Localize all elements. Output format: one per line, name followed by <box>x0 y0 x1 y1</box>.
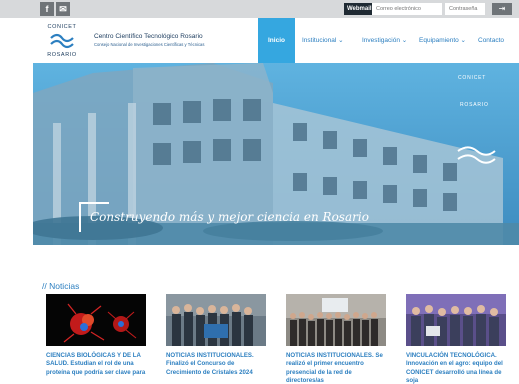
top-utility-bar: f ✉ Webmail ⇥ <box>0 0 519 18</box>
hero-logo-bottom: ROSARIO <box>460 102 489 108</box>
facebook-icon[interactable]: f <box>40 2 54 16</box>
login-button[interactable]: ⇥ <box>492 3 512 15</box>
news-headline[interactable]: NOTICIAS INSTITUCIONALES. Se realizó el … <box>286 352 386 384</box>
nav-inicio[interactable]: Inicio <box>258 18 295 63</box>
caption-bracket-h <box>79 202 109 204</box>
news-section-title: // Noticias <box>42 281 80 291</box>
hero-logo-top: CONICET <box>458 75 487 81</box>
org-name[interactable]: Centro Científico Tecnológico Rosario <box>94 33 203 40</box>
logo-top-text: CONICET <box>47 24 77 30</box>
news-card[interactable]: VINCULACIÓN TECNOLÓGICA. Innovación en e… <box>406 294 506 384</box>
email-field[interactable] <box>372 3 442 15</box>
nav-institucional[interactable]: Institucional ⌄ <box>302 18 344 63</box>
news-card[interactable]: NOTICIAS INSTITUCIONALES. Finalizó el Co… <box>166 294 266 377</box>
news-image[interactable] <box>166 294 266 346</box>
news-image[interactable] <box>406 294 506 346</box>
nav-contacto[interactable]: Contacto <box>478 18 504 63</box>
org-subtitle: Consejo Nacional de Investigaciones Cien… <box>94 42 205 47</box>
news-headline[interactable]: CIENCIAS BIOLÓGICAS Y DE LA SALUD. Estud… <box>46 352 146 377</box>
mail-icon[interactable]: ✉ <box>56 2 70 16</box>
password-field[interactable] <box>445 3 485 15</box>
logo-bottom-text: ROSARIO <box>47 52 77 58</box>
hero-caption: Construyendo más y mejor ciencia en Rosa… <box>90 210 369 224</box>
wave-logo-icon <box>50 33 74 49</box>
login-icon: ⇥ <box>498 4 506 13</box>
caption-bracket-v <box>79 202 81 232</box>
news-headline[interactable]: NOTICIAS INSTITUCIONALES. Finalizó el Co… <box>166 352 266 377</box>
conicet-logo[interactable]: CONICET ROSARIO <box>44 24 80 60</box>
nav-equipamiento[interactable]: Equipamiento ⌄ <box>419 18 466 63</box>
news-headline[interactable]: VINCULACIÓN TECNOLÓGICA. Innovación en e… <box>406 352 506 384</box>
nav-investigacion[interactable]: Investigación ⌄ <box>362 18 407 63</box>
news-card[interactable]: NOTICIAS INSTITUCIONALES. Se realizó el … <box>286 294 386 384</box>
news-image[interactable] <box>286 294 386 346</box>
webmail-label[interactable]: Webmail <box>344 3 375 15</box>
news-image[interactable] <box>46 294 146 346</box>
news-card[interactable]: CIENCIAS BIOLÓGICAS Y DE LA SALUD. Estud… <box>46 294 146 377</box>
